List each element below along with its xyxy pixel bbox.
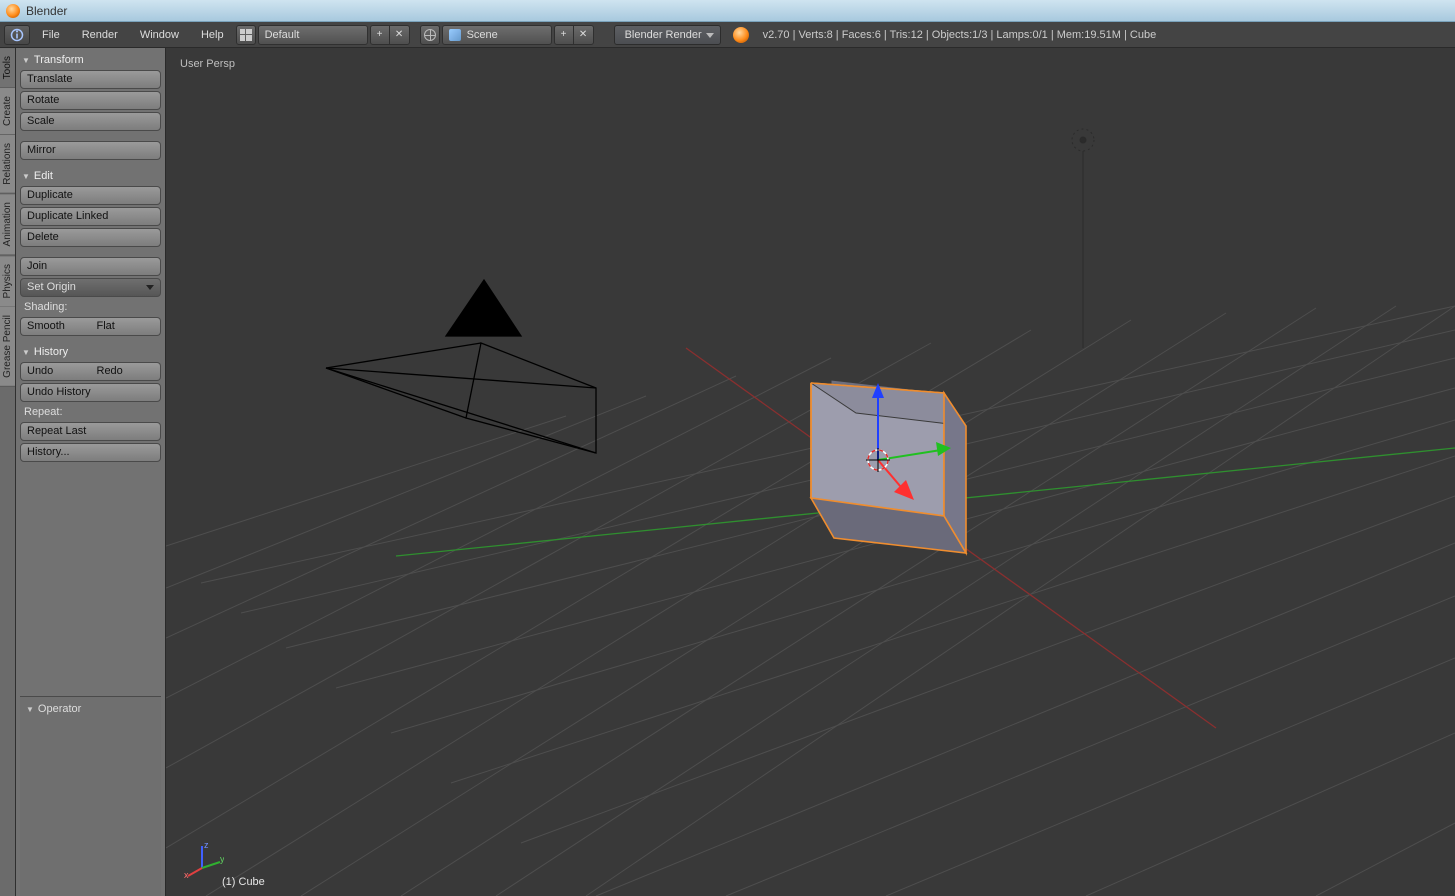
toolshelf: Transform Translate Rotate Scale Mirror … bbox=[16, 48, 166, 896]
delete-scene-button[interactable]: ✕ bbox=[574, 25, 594, 45]
duplicate-button[interactable]: Duplicate bbox=[20, 186, 161, 205]
panel-transform-header[interactable]: Transform bbox=[20, 52, 161, 70]
panel-history-header[interactable]: History bbox=[20, 344, 161, 362]
menu-help[interactable]: Help bbox=[191, 22, 234, 48]
menu-render[interactable]: Render bbox=[72, 22, 128, 48]
tab-physics[interactable]: Physics bbox=[0, 256, 15, 307]
scene-dropdown[interactable]: Scene bbox=[442, 25, 552, 45]
scene-browse-button[interactable] bbox=[420, 25, 440, 45]
join-button[interactable]: Join bbox=[20, 257, 161, 276]
window-title: Blender bbox=[26, 4, 67, 18]
svg-text:z: z bbox=[204, 840, 209, 850]
delete-button[interactable]: Delete bbox=[20, 228, 161, 247]
menu-file[interactable]: File bbox=[32, 22, 70, 48]
delete-screen-layout-button[interactable]: ✕ bbox=[390, 25, 410, 45]
scale-button[interactable]: Scale bbox=[20, 112, 161, 131]
tab-relations[interactable]: Relations bbox=[0, 135, 15, 194]
3d-viewport[interactable]: User Persp bbox=[166, 48, 1455, 896]
scene-label: Scene bbox=[467, 29, 498, 41]
tab-animation[interactable]: Animation bbox=[0, 194, 15, 255]
menu-window[interactable]: Window bbox=[130, 22, 189, 48]
shading-label: Shading: bbox=[20, 299, 161, 317]
redo-button[interactable]: Redo bbox=[91, 362, 162, 381]
undo-history-button[interactable]: Undo History bbox=[20, 383, 161, 402]
translate-button[interactable]: Translate bbox=[20, 70, 161, 89]
tab-tools[interactable]: Tools bbox=[0, 48, 15, 88]
render-engine-dropdown[interactable]: Blender Render bbox=[614, 25, 721, 45]
editor-type-info-icon[interactable] bbox=[4, 25, 30, 45]
rotate-button[interactable]: Rotate bbox=[20, 91, 161, 110]
screen-layout-label: Default bbox=[265, 29, 300, 41]
viewport-scene bbox=[166, 48, 1455, 896]
mirror-button[interactable]: Mirror bbox=[20, 141, 161, 160]
operator-panel-header[interactable]: Operator bbox=[24, 701, 157, 719]
svg-text:y: y bbox=[220, 854, 224, 864]
screen-layout-dropdown[interactable]: Default bbox=[258, 25, 368, 45]
blender-logo-icon bbox=[6, 4, 20, 18]
panel-edit-header[interactable]: Edit bbox=[20, 168, 161, 186]
tab-grease-pencil[interactable]: Grease Pencil bbox=[0, 307, 15, 387]
panel-edit: Edit Duplicate Duplicate Linked Delete J… bbox=[20, 168, 161, 338]
set-origin-dropdown[interactable]: Set Origin bbox=[20, 278, 161, 297]
stats-readout: v2.70 | Verts:8 | Faces:6 | Tris:12 | Ob… bbox=[763, 29, 1157, 41]
shading-smooth-button[interactable]: Smooth bbox=[20, 317, 91, 336]
cube-object bbox=[811, 380, 966, 553]
operator-panel: Operator bbox=[20, 696, 161, 896]
info-header: File Render Window Help Default + ✕ Scen… bbox=[0, 22, 1455, 48]
camera-object bbox=[326, 280, 596, 453]
render-engine-label: Blender Render bbox=[625, 29, 702, 41]
screen-layout-browse-button[interactable] bbox=[236, 25, 256, 45]
panel-transform: Transform Translate Rotate Scale Mirror bbox=[20, 52, 161, 162]
duplicate-linked-button[interactable]: Duplicate Linked bbox=[20, 207, 161, 226]
repeat-label: Repeat: bbox=[20, 404, 161, 422]
add-scene-button[interactable]: + bbox=[554, 25, 574, 45]
blender-small-icon bbox=[733, 27, 749, 43]
undo-button[interactable]: Undo bbox=[20, 362, 91, 381]
shading-flat-button[interactable]: Flat bbox=[91, 317, 162, 336]
history-button[interactable]: History... bbox=[20, 443, 161, 462]
lamp-object bbox=[1072, 129, 1094, 348]
view-perspective-label: User Persp bbox=[180, 58, 235, 70]
scene-icon bbox=[449, 29, 461, 41]
panel-history: History Undo Redo Undo History Repeat: R… bbox=[20, 344, 161, 464]
repeat-last-button[interactable]: Repeat Last bbox=[20, 422, 161, 441]
active-object-label: (1) Cube bbox=[222, 876, 265, 888]
axis-mini-icon: z y x bbox=[184, 838, 224, 878]
svg-text:x: x bbox=[184, 870, 189, 878]
window-titlebar: Blender bbox=[0, 0, 1455, 22]
add-screen-layout-button[interactable]: + bbox=[370, 25, 390, 45]
tab-create[interactable]: Create bbox=[0, 88, 15, 135]
toolshelf-tabs: Tools Create Relations Animation Physics… bbox=[0, 48, 16, 896]
